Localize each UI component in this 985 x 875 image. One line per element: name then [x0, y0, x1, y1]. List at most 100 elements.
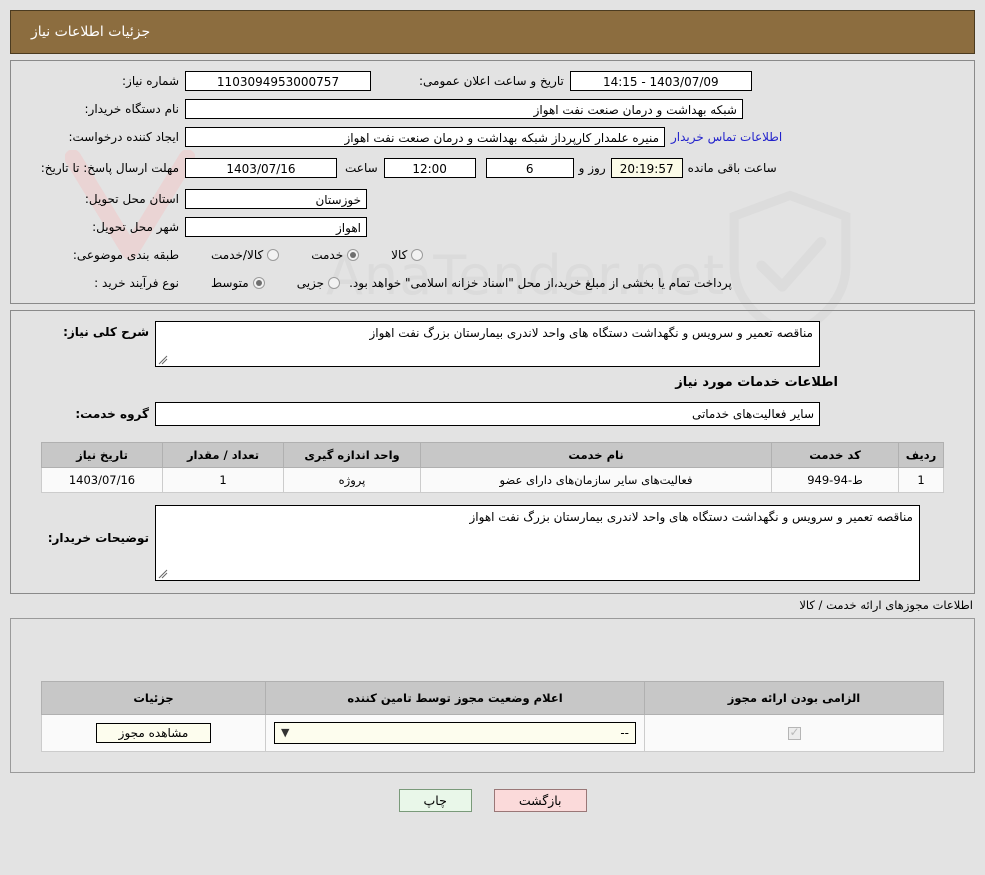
row-service-group: سایر فعالیت‌های خدماتی گروه خدمت: [11, 400, 974, 428]
radio-icon[interactable] [347, 249, 359, 261]
page-root: AnaTender.net جزئیات اطلاعات نیاز 1403/0… [0, 0, 985, 875]
row-city: اهواز شهر محل تحویل: [11, 213, 974, 241]
general-info-panel: مناقصه تعمیر و سرویس و نگهداشت دستگاه ها… [10, 310, 975, 594]
cell-permit-status: ▼ -- [266, 715, 645, 752]
category-option-label: کالا/خدمت [211, 248, 263, 262]
row-need-number: 1403/07/09 - 14:15 تاریخ و ساعت اعلان عم… [11, 67, 974, 95]
province-label: استان محل تحویل: [11, 192, 185, 206]
radio-icon[interactable] [267, 249, 279, 261]
page-title: جزئیات اطلاعات نیاز [11, 24, 150, 40]
buyer-notes-label: توضیحات خریدار: [11, 505, 155, 545]
requester-value[interactable]: منیره علمدار کارپرداز شبکه بهداشت و درما… [185, 127, 665, 147]
public-announce-label: تاریخ و ساعت اعلان عمومی: [411, 74, 570, 88]
category-label: طبقه بندی موضوعی: [11, 248, 185, 262]
th-permit-required: الزامی بودن ارائه مجوز [645, 682, 944, 715]
th-unit: واحد اندازه گیری [284, 443, 421, 468]
permits-table: الزامی بودن ارائه مجوز اعلام وضعیت مجوز … [41, 681, 944, 752]
back-button[interactable]: بازگشت [494, 789, 587, 812]
need-number-value[interactable]: 1103094953000757 [185, 71, 371, 91]
description-textarea[interactable]: مناقصه تعمیر و سرویس و نگهداشت دستگاه ها… [155, 321, 820, 367]
category-radio-kala[interactable]: کالا [391, 248, 427, 262]
deadline-label: مهلت ارسال پاسخ: تا تاریخ: [11, 161, 185, 175]
cell-quantity: 1 [163, 468, 284, 493]
public-announce-value[interactable]: 1403/07/09 - 14:15 [570, 71, 752, 91]
th-need-date: تاریخ نیاز [42, 443, 163, 468]
buyer-org-value[interactable]: شبکه بهداشت و درمان صنعت نفت اهواز [185, 99, 743, 119]
row-deadline: ساعت باقی مانده 20:19:57 روز و 6 12:00 س… [11, 151, 974, 185]
cell-unit: پروژه [284, 468, 421, 493]
th-permit-status: اعلام وضعیت مجوز توسط تامین کننده [266, 682, 645, 715]
description-label: شرح کلی نیاز: [11, 321, 155, 339]
category-radio-kala-khedmat[interactable]: کالا/خدمت [211, 248, 283, 262]
row-buyer-org: شبکه بهداشت و درمان صنعت نفت اهواز نام د… [11, 95, 974, 123]
category-option-label: کالا [391, 248, 407, 262]
cell-permit-details: مشاهده مجوز [42, 715, 266, 752]
table-row: 1 ط-94-949 فعالیت‌های سایر سازمان‌های دا… [42, 468, 944, 493]
permits-section-title: اطلاعات مجوزهای ارائه خدمت / کالا [0, 594, 985, 614]
print-button[interactable]: چاپ [399, 789, 472, 812]
cell-row-no: 1 [899, 468, 944, 493]
services-table-head: ردیف کد خدمت نام خدمت واحد اندازه گیری ت… [42, 443, 944, 468]
permit-status-select[interactable]: ▼ -- [274, 722, 636, 744]
view-permit-button[interactable]: مشاهده مجوز [96, 723, 212, 743]
services-section-title: اطلاعات خدمات مورد نیاز [11, 369, 974, 394]
requester-label: ایجاد کننده درخواست: [11, 130, 185, 144]
city-label: شهر محل تحویل: [11, 220, 185, 234]
footer-actions: بازگشت چاپ [0, 789, 985, 812]
row-requester: اطلاعات تماس خریدار منیره علمدار کارپردا… [11, 123, 974, 151]
chevron-down-icon[interactable]: ▼ [281, 723, 289, 743]
process-radio-motavasset[interactable]: متوسط [211, 276, 269, 290]
buyer-notes-textarea[interactable]: مناقصه تعمیر و سرویس و نگهداشت دستگاه ها… [155, 505, 920, 581]
row-description: مناقصه تعمیر و سرویس و نگهداشت دستگاه ها… [11, 319, 974, 369]
category-option-label: خدمت [311, 248, 343, 262]
service-group-label: گروه خدمت: [11, 407, 155, 421]
row-province: خوزستان استان محل تحویل: [11, 185, 974, 213]
buyer-notes-value: مناقصه تعمیر و سرویس و نگهداشت دستگاه ها… [469, 510, 913, 524]
deadline-hour-value[interactable]: 12:00 [384, 158, 476, 178]
row-category: کالا خدمت کالا/خدمت طبقه بندی موضوعی: [11, 241, 974, 269]
need-info-panel: 1403/07/09 - 14:15 تاریخ و ساعت اعلان عم… [10, 60, 975, 304]
province-value[interactable]: خوزستان [185, 189, 367, 209]
th-row-no: ردیف [899, 443, 944, 468]
cell-permit-required [645, 715, 944, 752]
th-permit-details: جزئیات [42, 682, 266, 715]
process-radio-group: جزیی متوسط [185, 276, 344, 290]
days-word-label: روز و [574, 161, 611, 175]
buyer-org-label: نام دستگاه خریدار: [11, 102, 185, 116]
services-table-body: 1 ط-94-949 فعالیت‌های سایر سازمان‌های دا… [42, 468, 944, 493]
th-service-name: نام خدمت [421, 443, 772, 468]
th-service-code: کد خدمت [772, 443, 899, 468]
cell-service-name: فعالیت‌های سایر سازمان‌های دارای عضو [421, 468, 772, 493]
process-option-label: جزیی [297, 276, 324, 290]
category-radio-group: کالا خدمت کالا/خدمت [185, 248, 427, 262]
cell-need-date: 1403/07/16 [42, 468, 163, 493]
process-option-label: متوسط [211, 276, 249, 290]
permits-table-head: الزامی بودن ارائه مجوز اعلام وضعیت مجوز … [42, 682, 944, 715]
countdown-value: 20:19:57 [611, 158, 683, 178]
table-row: ▼ -- مشاهده مجوز [42, 715, 944, 752]
description-value: مناقصه تعمیر و سرویس و نگهداشت دستگاه ها… [369, 326, 813, 340]
category-radio-khedmat[interactable]: خدمت [311, 248, 363, 262]
radio-icon[interactable] [328, 277, 340, 289]
process-label: نوع فرآیند خرید : [11, 276, 185, 290]
buyer-contact-link[interactable]: اطلاعات تماس خریدار [665, 130, 788, 144]
service-group-value[interactable]: سایر فعالیت‌های خدماتی [155, 402, 820, 426]
permits-table-body: ▼ -- مشاهده مجوز [42, 715, 944, 752]
city-value[interactable]: اهواز [185, 217, 367, 237]
permit-status-value: -- [620, 726, 629, 740]
process-radio-jozii[interactable]: جزیی [297, 276, 344, 290]
table-header-row: ردیف کد خدمت نام خدمت واحد اندازه گیری ت… [42, 443, 944, 468]
countdown-suffix-label: ساعت باقی مانده [683, 161, 782, 175]
deadline-date-value[interactable]: 1403/07/16 [185, 158, 337, 178]
radio-icon[interactable] [253, 277, 265, 289]
row-buyer-notes: مناقصه تعمیر و سرویس و نگهداشت دستگاه ها… [11, 503, 974, 583]
table-header-row: الزامی بودن ارائه مجوز اعلام وضعیت مجوز … [42, 682, 944, 715]
services-table: ردیف کد خدمت نام خدمت واحد اندازه گیری ت… [41, 442, 944, 493]
cell-service-code: ط-94-949 [772, 468, 899, 493]
resize-grip-icon[interactable] [158, 355, 168, 365]
page-header: جزئیات اطلاعات نیاز [10, 10, 975, 54]
resize-grip-icon[interactable] [158, 569, 168, 579]
permit-required-checkbox [788, 727, 801, 740]
radio-icon[interactable] [411, 249, 423, 261]
process-note: پرداخت تمام یا بخشی از مبلغ خرید،از محل … [344, 276, 737, 290]
